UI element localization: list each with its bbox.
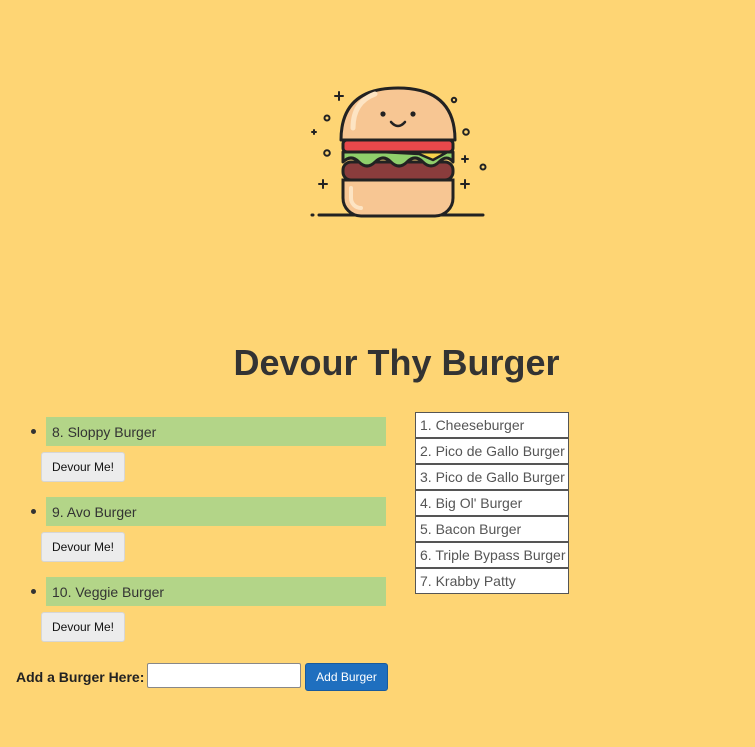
devoured-burger-item: 5. Bacon Burger bbox=[415, 516, 569, 542]
list-item: 8. Sloppy Burger Devour Me! bbox=[16, 417, 396, 497]
devoured-burger-item: 3. Pico de Gallo Burger bbox=[415, 464, 569, 490]
list-item: 9. Avo Burger Devour Me! bbox=[16, 497, 396, 577]
bullet-icon bbox=[31, 589, 36, 594]
devour-button[interactable]: Devour Me! bbox=[41, 532, 125, 562]
burger-name: 9. Avo Burger bbox=[46, 497, 386, 526]
devoured-burger-item: 7. Krabby Patty bbox=[415, 568, 569, 594]
devoured-burger-list: 1. Cheeseburger 2. Pico de Gallo Burger … bbox=[415, 412, 569, 594]
list-item: 10. Veggie Burger Devour Me! bbox=[16, 577, 396, 657]
devoured-burger-item: 4. Big Ol' Burger bbox=[415, 490, 569, 516]
devoured-burger-item: 1. Cheeseburger bbox=[415, 412, 569, 438]
burger-name: 8. Sloppy Burger bbox=[46, 417, 386, 446]
add-burger-label: Add a Burger Here: bbox=[16, 669, 145, 685]
burger-name: 10. Veggie Burger bbox=[46, 577, 386, 606]
burger-name-input[interactable] bbox=[147, 663, 301, 688]
bullet-icon bbox=[31, 429, 36, 434]
devoured-burger-item: 2. Pico de Gallo Burger bbox=[415, 438, 569, 464]
page-title: Devour Thy Burger bbox=[233, 342, 560, 383]
devour-button[interactable]: Devour Me! bbox=[41, 452, 125, 482]
burger-logo-icon bbox=[305, 84, 490, 224]
bullet-icon bbox=[31, 509, 36, 514]
devoured-burger-item: 6. Triple Bypass Burger bbox=[415, 542, 569, 568]
devour-button[interactable]: Devour Me! bbox=[41, 612, 125, 642]
add-burger-button[interactable]: Add Burger bbox=[305, 663, 388, 691]
uneaten-burger-list: 8. Sloppy Burger Devour Me! 9. Avo Burge… bbox=[16, 417, 396, 657]
